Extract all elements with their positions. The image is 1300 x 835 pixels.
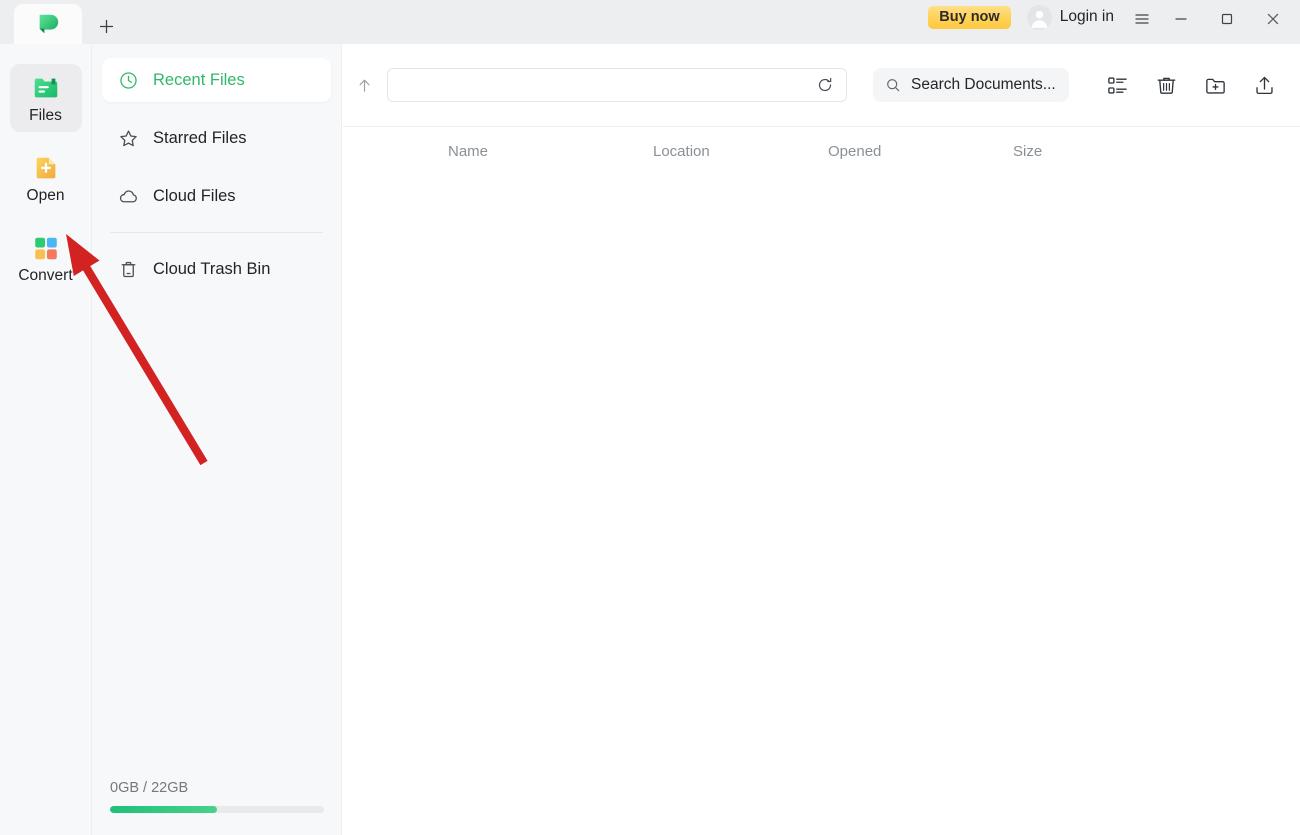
column-header-opened[interactable]: Opened [828, 143, 1013, 160]
nav-item-cloud-files[interactable]: Cloud Files [102, 174, 331, 218]
nav-panel: Recent Files Starred Files Cloud Files C… [92, 44, 342, 835]
nav-item-label: Cloud Trash Bin [153, 259, 271, 278]
search-placeholder: Search Documents... [911, 76, 1056, 93]
left-rail: Files Open Convert [0, 44, 92, 835]
close-button[interactable] [1250, 2, 1296, 36]
file-list-empty [343, 175, 1300, 835]
cloud-icon [119, 189, 137, 202]
user-avatar-icon [1026, 4, 1052, 30]
rail-item-label: Files [29, 107, 62, 124]
maximize-button[interactable] [1204, 2, 1250, 36]
close-icon [1267, 13, 1279, 25]
new-tab-button[interactable] [84, 8, 128, 44]
plus-icon [99, 19, 113, 33]
nav-item-starred-files[interactable]: Starred Files [102, 116, 331, 160]
search-documents-box[interactable]: Search Documents... [873, 68, 1069, 102]
nav-divider [110, 232, 323, 233]
rail-item-convert[interactable]: Convert [10, 224, 82, 292]
refresh-button[interactable] [814, 74, 836, 96]
upload-icon [1256, 76, 1273, 94]
buy-now-button[interactable]: Buy now [928, 5, 1011, 29]
list-view-icon [1108, 76, 1127, 94]
column-header-name[interactable]: Name [343, 143, 653, 160]
hamburger-menu-button[interactable] [1126, 2, 1158, 36]
login-button[interactable]: Login in [1026, 4, 1114, 30]
minimize-icon [1175, 18, 1187, 20]
title-bar: Buy now Login in [0, 0, 1300, 44]
path-bar[interactable] [387, 68, 847, 102]
new-folder-icon [1206, 78, 1225, 94]
main-content: Search Documents... Name Location Opened… [343, 44, 1300, 835]
trash-icon [121, 261, 136, 277]
clock-icon [120, 71, 137, 89]
app-window: Buy now Login in Files Open Convert Rece… [0, 0, 1300, 835]
path-input[interactable] [400, 77, 814, 93]
column-header-location[interactable]: Location [653, 143, 828, 160]
toolbar-icon-group [1106, 74, 1276, 97]
refresh-icon [818, 77, 832, 92]
nav-item-recent-files[interactable]: Recent Files [102, 58, 331, 102]
login-label: Login in [1059, 8, 1114, 25]
open-document-plus-icon [36, 157, 55, 179]
minimize-button[interactable] [1158, 2, 1204, 36]
file-list-header: Name Location Opened Size [343, 127, 1300, 175]
new-folder-button[interactable] [1204, 74, 1227, 97]
rail-item-open[interactable]: Open [10, 144, 82, 212]
nav-item-label: Starred Files [153, 128, 247, 147]
convert-squares-icon [34, 237, 57, 259]
arrow-up-icon [358, 79, 370, 92]
column-header-size[interactable]: Size [1013, 143, 1133, 160]
title-bar-right: Buy now Login in [928, 0, 1300, 44]
trash-bin-button[interactable] [1155, 74, 1178, 97]
storage-progress-fill [110, 806, 217, 813]
files-folder-icon [34, 78, 57, 98]
list-view-button[interactable] [1106, 74, 1129, 97]
trash-bin-icon [1157, 77, 1176, 94]
rail-item-label: Open [26, 186, 65, 204]
nav-item-label: Recent Files [153, 70, 245, 89]
maximize-icon [1221, 13, 1233, 25]
toolbar: Search Documents... [343, 44, 1300, 127]
pdf-reader-pro-logo-icon [39, 14, 59, 34]
tab-active[interactable] [14, 4, 82, 44]
nav-item-cloud-trash-bin[interactable]: Cloud Trash Bin [102, 247, 331, 291]
hamburger-menu-icon [1135, 14, 1149, 24]
navigate-up-button[interactable] [347, 68, 381, 102]
upload-button[interactable] [1253, 74, 1276, 97]
star-icon [120, 129, 137, 146]
rail-item-files[interactable]: Files [9, 64, 82, 132]
storage-progress-track [110, 806, 324, 813]
storage-indicator: 0GB / 22GB [92, 780, 342, 813]
search-icon [887, 79, 900, 92]
tab-strip [0, 0, 128, 44]
rail-item-label: Convert [18, 266, 73, 284]
nav-item-label: Cloud Files [153, 186, 236, 205]
storage-label: 0GB / 22GB [110, 780, 189, 796]
